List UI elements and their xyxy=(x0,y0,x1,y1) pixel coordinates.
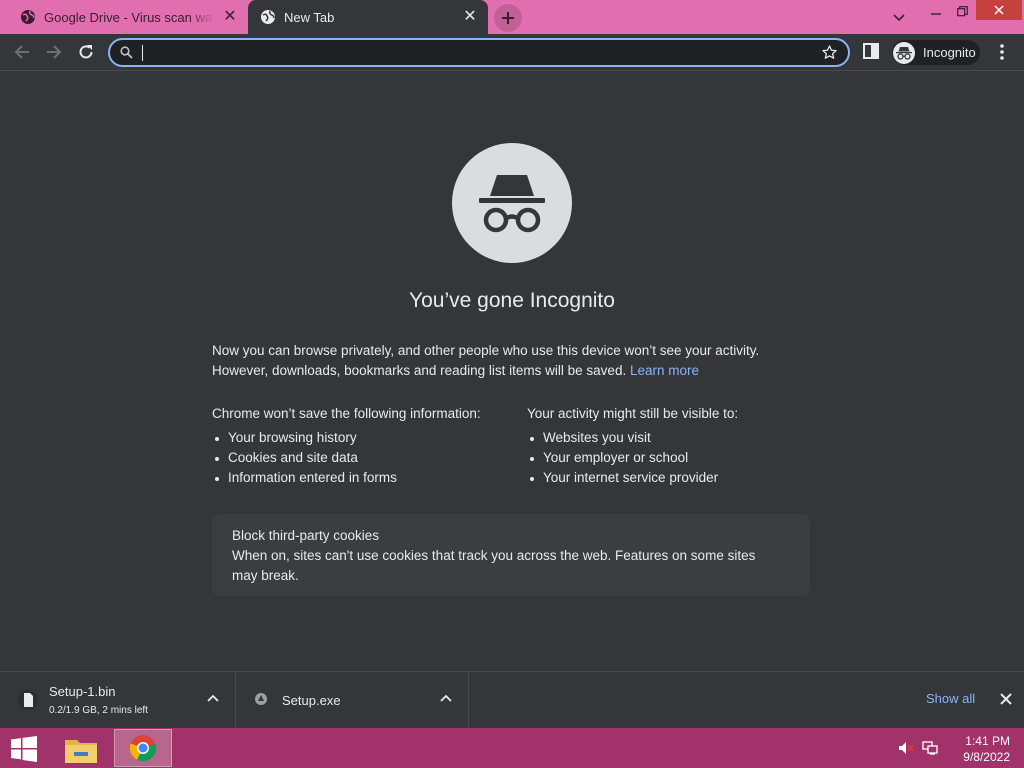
file-explorer-icon[interactable] xyxy=(62,732,100,766)
list-item: Cookies and site data xyxy=(212,448,512,468)
tab-google-drive[interactable]: Google Drive - Virus scan warning ✕ xyxy=(8,0,248,34)
still-visible-list: Websites you visit Your employer or scho… xyxy=(527,428,817,488)
list-item: Websites you visit xyxy=(527,428,817,448)
network-icon[interactable] xyxy=(922,741,938,755)
tab-title: New Tab xyxy=(284,9,335,25)
restore-icon xyxy=(956,5,968,16)
close-shelf-icon[interactable] xyxy=(998,691,1014,707)
windows-start-icon[interactable] xyxy=(10,736,38,762)
not-saved-column: Chrome won’t save the following informat… xyxy=(212,404,512,488)
not-saved-heading: Chrome won’t save the following informat… xyxy=(212,406,481,421)
incognito-hero-icon xyxy=(452,143,572,263)
incognito-profile-button[interactable]: Incognito xyxy=(892,40,980,65)
more-vert-icon xyxy=(1000,44,1004,60)
download-item[interactable]: Setup.exe xyxy=(237,672,469,728)
address-bar[interactable] xyxy=(108,38,850,67)
list-item: Your browsing history xyxy=(212,428,512,448)
intro-paragraph: Now you can browse privately, and other … xyxy=(212,341,812,381)
chrome-icon xyxy=(129,735,157,762)
chevron-up-icon[interactable] xyxy=(207,694,219,702)
download-filename: Setup.exe xyxy=(282,693,341,708)
arrow-right-icon xyxy=(47,45,62,59)
tab-search-button[interactable] xyxy=(888,8,910,28)
tab-title: Google Drive - Virus scan warning xyxy=(44,9,214,25)
profile-label: Incognito xyxy=(923,45,976,60)
learn-more-link[interactable]: Learn more xyxy=(630,363,699,378)
download-status: 0.2/1.9 GB, 2 mins left xyxy=(49,705,148,716)
browser-toolbar: Incognito xyxy=(0,34,1024,71)
cookie-title: Block third-party cookies xyxy=(232,528,380,543)
side-panel-icon xyxy=(863,43,879,59)
incognito-avatar xyxy=(893,41,915,64)
app-icon xyxy=(255,693,267,705)
reload-icon xyxy=(79,45,93,59)
list-item: Your internet service provider xyxy=(527,468,817,488)
show-all-downloads-link[interactable]: Show all xyxy=(926,691,975,706)
still-visible-column: Your activity might still be visible to:… xyxy=(527,404,817,488)
close-window-button[interactable] xyxy=(976,0,1022,20)
close-tab-icon[interactable]: ✕ xyxy=(462,9,478,25)
new-tab-button[interactable] xyxy=(494,4,522,32)
chevron-down-icon xyxy=(893,14,905,22)
restore-button[interactable] xyxy=(950,0,974,22)
incognito-new-tab-page: You’ve gone Incognito Now you can browse… xyxy=(0,71,1024,671)
clock-date: 9/8/2022 xyxy=(963,750,1010,764)
bookmark-star-icon[interactable] xyxy=(821,44,838,61)
taskbar: 1:41 PM 9/8/2022 xyxy=(0,728,1024,768)
list-item: Information entered in forms xyxy=(212,468,512,488)
still-visible-heading: Your activity might still be visible to: xyxy=(527,406,739,421)
minimize-button[interactable] xyxy=(922,0,950,22)
back-button[interactable] xyxy=(10,40,34,64)
clock-time: 1:41 PM xyxy=(965,734,1010,748)
download-filename: Setup-1.bin xyxy=(49,684,116,699)
incognito-icon xyxy=(479,175,545,233)
globe-icon xyxy=(21,10,35,24)
not-saved-list: Your browsing history Cookies and site d… xyxy=(212,428,512,488)
side-panel-button[interactable] xyxy=(862,42,882,62)
tab-new-tab[interactable]: New Tab ✕ xyxy=(248,0,488,34)
cookie-description: When on, sites can't use cookies that tr… xyxy=(232,548,756,583)
speaker-muted-icon[interactable] xyxy=(898,741,914,755)
forward-button[interactable] xyxy=(42,40,66,64)
plus-icon xyxy=(502,12,514,24)
chrome-taskbar-button[interactable] xyxy=(114,729,172,767)
cookie-controls-card: Block third-party cookies When on, sites… xyxy=(212,514,810,596)
system-clock[interactable]: 1:41 PM 9/8/2022 xyxy=(950,733,1010,765)
page-title: You’ve gone Incognito xyxy=(409,289,615,312)
globe-icon xyxy=(261,10,275,24)
minimize-icon xyxy=(931,13,941,15)
reload-button[interactable] xyxy=(74,40,98,64)
close-icon xyxy=(994,5,1004,15)
download-shelf: Setup-1.bin 0.2/1.9 GB, 2 mins left Setu… xyxy=(0,671,1024,728)
search-icon xyxy=(120,46,133,59)
close-tab-icon[interactable]: ✕ xyxy=(222,9,238,25)
chrome-menu-button[interactable] xyxy=(994,42,1010,62)
incognito-icon xyxy=(896,46,912,60)
text-caret xyxy=(142,45,143,61)
list-item: Your employer or school xyxy=(527,448,817,468)
download-item[interactable]: Setup-1.bin 0.2/1.9 GB, 2 mins left xyxy=(0,672,236,728)
arrow-left-icon xyxy=(14,45,29,59)
tab-strip: Google Drive - Virus scan warning ✕ New … xyxy=(0,0,1024,34)
file-icon xyxy=(18,690,38,710)
chevron-up-icon[interactable] xyxy=(440,694,452,702)
